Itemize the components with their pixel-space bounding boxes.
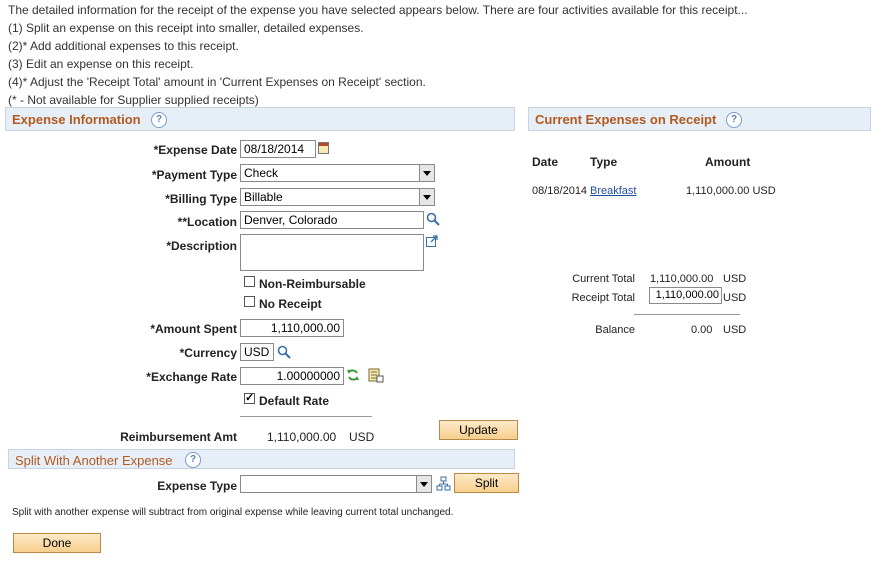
description-label: *Description — [166, 239, 237, 253]
split-header: Split With Another Expense ? — [8, 449, 515, 469]
row-type-link[interactable]: Breakfast — [590, 185, 636, 197]
receipt-total-currency: USD — [723, 292, 747, 304]
intro-line: (2)* Add additional expenses to this rec… — [8, 39, 239, 53]
reimbursement-label: Reimbursement Amt — [120, 430, 237, 444]
divider — [240, 416, 372, 417]
calendar-icon[interactable] — [318, 142, 329, 154]
expense-type-select[interactable] — [240, 475, 432, 493]
help-icon[interactable]: ? — [185, 452, 201, 468]
receipt-total-input[interactable]: 1,110,000.00 — [649, 287, 722, 304]
intro-line: (1) Split an expense on this receipt int… — [8, 21, 364, 35]
current-total-label: Current Total — [572, 273, 635, 285]
details-icon[interactable] — [368, 368, 384, 383]
balance-currency: USD — [723, 324, 747, 336]
description-textarea[interactable] — [240, 234, 424, 271]
chevron-down-icon[interactable] — [419, 165, 434, 181]
refresh-icon[interactable] — [346, 368, 360, 382]
expense-date-input[interactable]: 08/18/2014 — [240, 140, 316, 158]
amount-spent-label: *Amount Spent — [150, 322, 237, 336]
amount-column-header: Amount — [705, 155, 751, 169]
payment-type-select[interactable]: Check — [240, 164, 435, 182]
expense-type-label: Expense Type — [157, 479, 237, 493]
split-button[interactable]: Split — [454, 473, 519, 493]
update-button[interactable]: Update — [439, 420, 518, 440]
non-reimbursable-checkbox[interactable] — [244, 276, 255, 287]
amount-spent-input[interactable]: 1,110,000.00 — [240, 319, 344, 337]
location-label: **Location — [177, 215, 237, 229]
payment-type-value: Check — [244, 166, 279, 180]
reimbursement-amount: 1,110,000.00 — [267, 430, 337, 444]
reimbursement-currency: USD — [349, 430, 375, 444]
billing-type-label: *Billing Type — [165, 192, 237, 206]
intro-line: (3) Edit an expense on this receipt. — [8, 57, 194, 71]
chevron-down-icon[interactable] — [419, 189, 434, 205]
row-date: 08/18/2014 — [532, 185, 588, 197]
done-button[interactable]: Done — [13, 533, 101, 553]
help-icon[interactable]: ? — [726, 112, 742, 128]
exchange-rate-input[interactable]: 1.00000000 — [240, 367, 344, 385]
split-note: Split with another expense will subtract… — [12, 507, 454, 518]
exchange-rate-label: *Exchange Rate — [146, 370, 237, 384]
expense-info-title: Expense Information — [12, 112, 141, 127]
default-rate-label: Default Rate — [259, 394, 330, 408]
date-column-header: Date — [532, 155, 559, 169]
type-column-header: Type — [590, 155, 618, 169]
balance-value: 0.00 — [691, 324, 713, 336]
intro-line: (4)* Adjust the 'Receipt Total' amount i… — [8, 75, 426, 89]
hierarchy-icon[interactable] — [436, 476, 451, 491]
current-expenses-title: Current Expenses on Receipt — [535, 112, 717, 127]
no-receipt-label: No Receipt — [259, 297, 322, 311]
intro-text: The detailed information for the receipt… — [8, 1, 748, 109]
no-receipt-checkbox[interactable] — [244, 296, 255, 307]
help-icon[interactable]: ? — [151, 112, 167, 128]
currency-label: *Currency — [179, 346, 237, 360]
balance-label: Balance — [595, 324, 635, 336]
currency-input[interactable]: USD — [240, 343, 274, 361]
receipt-total-label: Receipt Total — [571, 292, 635, 304]
billing-type-value: Billable — [244, 190, 283, 204]
billing-type-select[interactable]: Billable — [240, 188, 435, 206]
payment-type-label: *Payment Type — [151, 168, 237, 182]
divider — [634, 314, 740, 315]
non-reimbursable-label: Non-Reimbursable — [259, 277, 366, 291]
intro-line: The detailed information for the receipt… — [8, 3, 748, 17]
current-total-value: 1,110,000.00 — [650, 273, 714, 285]
search-icon[interactable] — [277, 345, 291, 359]
chevron-down-icon[interactable] — [416, 476, 431, 492]
default-rate-checkbox[interactable]: ✓ — [244, 393, 255, 404]
current-total-currency: USD — [723, 273, 747, 285]
split-title: Split With Another Expense — [15, 453, 173, 468]
expense-date-label: *Expense Date — [153, 143, 237, 157]
location-input[interactable]: Denver, Colorado — [240, 211, 424, 229]
expense-info-header: Expense Information ? — [5, 107, 515, 131]
row-amount: 1,110,000.00 USD — [686, 185, 776, 197]
calendar-header — [319, 143, 328, 146]
current-expenses-header: Current Expenses on Receipt ? — [528, 107, 871, 131]
expand-icon[interactable] — [426, 235, 439, 247]
search-icon[interactable] — [426, 212, 440, 226]
